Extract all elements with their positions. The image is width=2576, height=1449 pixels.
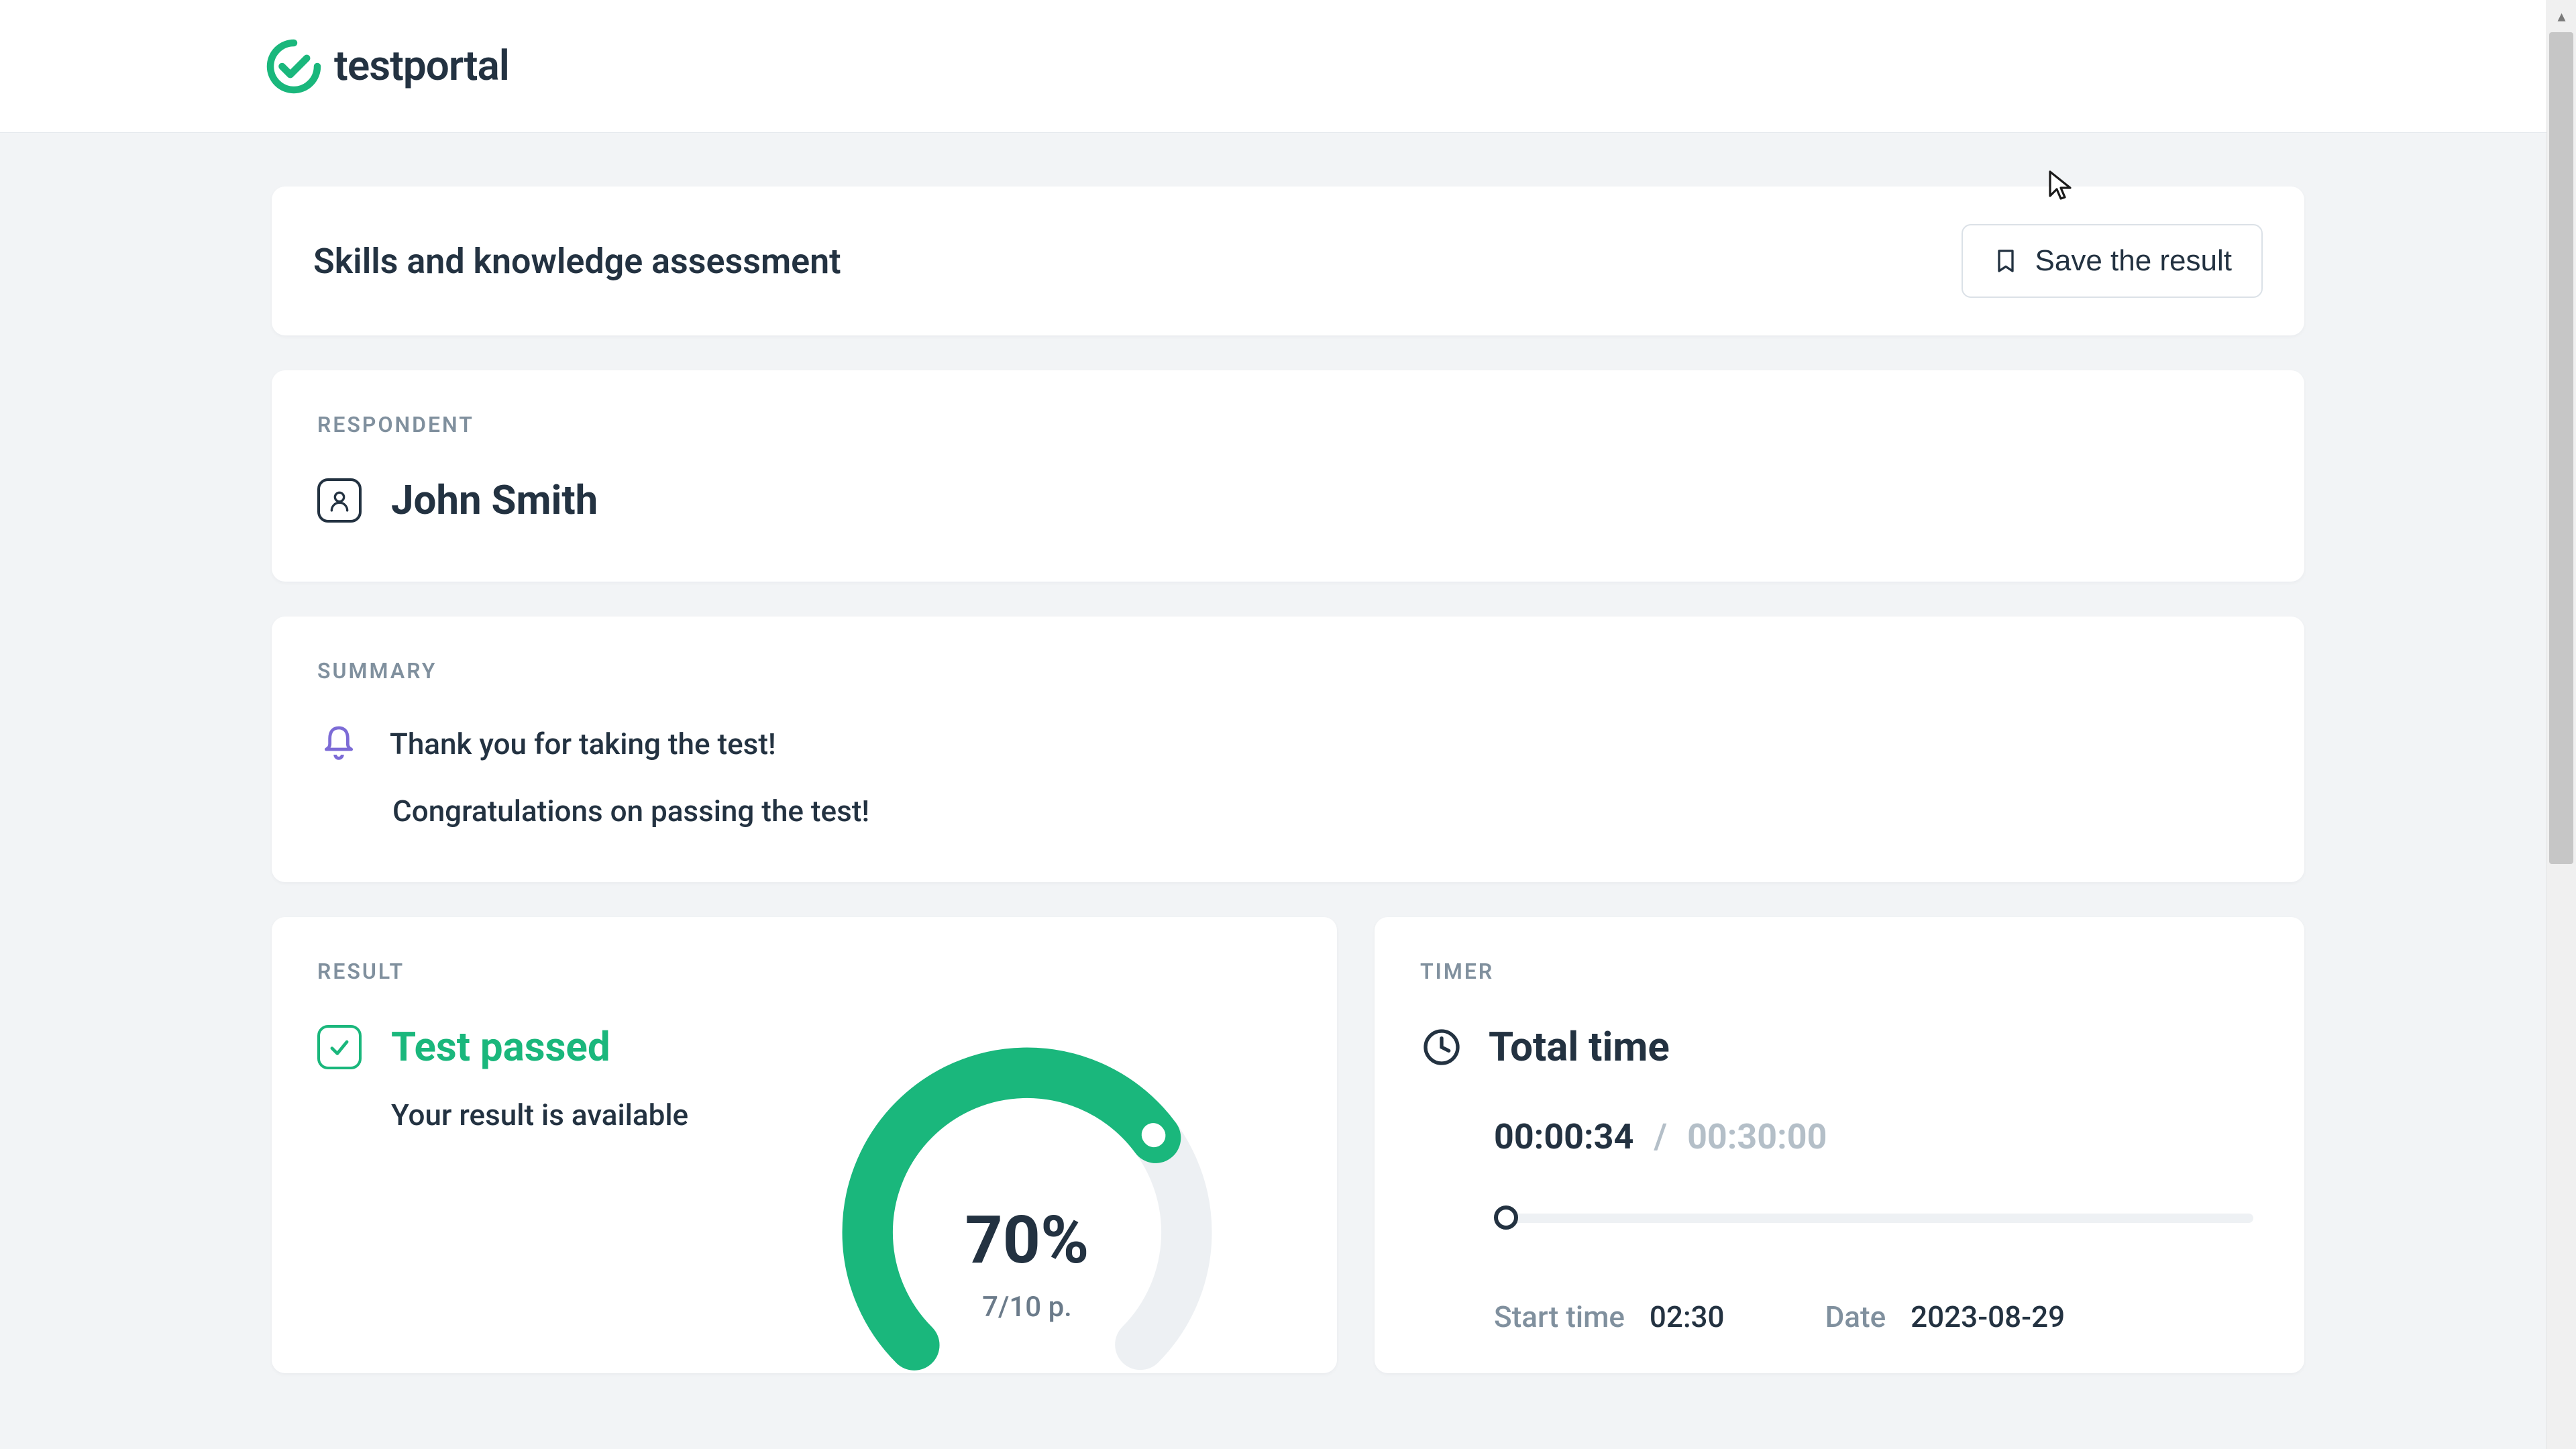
user-badge-icon: [317, 478, 362, 523]
user-icon: [326, 487, 353, 514]
start-time-label: Start time: [1494, 1299, 1625, 1334]
status-check-badge: [317, 1025, 362, 1069]
summary-message-2: Congratulations on passing the test!: [392, 794, 2259, 828]
summary-row-1: Thank you for taking the test!: [317, 722, 2259, 765]
brand-logo-icon: [266, 38, 322, 95]
start-time-group: Start time 02:30: [1494, 1299, 1725, 1334]
clock-icon: [1420, 1026, 1463, 1069]
title-card: Skills and knowledge assessment Save the…: [272, 186, 2304, 335]
summary-section-label: SUMMARY: [317, 658, 2259, 684]
result-card: RESULT Test passed Your result is availa…: [272, 917, 1337, 1373]
summary-message-1: Thank you for taking the test!: [390, 727, 776, 761]
time-progress-thumb[interactable]: [1494, 1205, 1518, 1230]
time-separator: /: [1654, 1116, 1667, 1157]
gauge-center: 70% 7/10 p.: [833, 1038, 1222, 1373]
date-label: Date: [1825, 1299, 1886, 1334]
scroll-up-arrow-icon[interactable]: ▴: [2547, 7, 2576, 25]
vertical-scrollbar[interactable]: ▴: [2546, 0, 2576, 1449]
result-status-label: Test passed: [391, 1023, 610, 1071]
time-line: 00:00:34 / 00:30:00: [1494, 1116, 2259, 1157]
timer-card: TIMER Total time 00:00:34 / 00:30:00 St: [1375, 917, 2304, 1373]
bottom-row: RESULT Test passed Your result is availa…: [272, 917, 2304, 1373]
time-total: 00:30:00: [1687, 1116, 1827, 1157]
gauge-percent-label: 70%: [965, 1201, 1089, 1279]
date-value: 2023-08-29: [1911, 1299, 2065, 1334]
brand-name: testportal: [334, 42, 509, 91]
scrollbar-thumb[interactable]: [2549, 32, 2573, 864]
respondent-row: John Smith: [317, 476, 2259, 524]
gauge-score-label: 7/10 p.: [982, 1291, 1072, 1324]
page-title: Skills and knowledge assessment: [313, 241, 841, 282]
timer-title: Total time: [1489, 1023, 1670, 1071]
result-section-label: RESULT: [317, 959, 1291, 984]
timer-head-row: Total time: [1420, 1023, 2259, 1071]
time-elapsed: 00:00:34: [1494, 1116, 1633, 1157]
top-bar: testportal: [0, 0, 2576, 133]
bell-icon: [317, 722, 360, 765]
save-result-button[interactable]: Save the result: [1962, 224, 2263, 298]
save-result-label: Save the result: [2035, 244, 2233, 278]
summary-card: SUMMARY Thank you for taking the test! C…: [272, 616, 2304, 882]
result-gauge: 70% 7/10 p.: [833, 1038, 1222, 1373]
time-progress: [1494, 1204, 2253, 1231]
start-time-value: 02:30: [1650, 1299, 1725, 1334]
bookmark-icon: [1992, 248, 2019, 274]
page-content: Skills and knowledge assessment Save the…: [0, 133, 2576, 1373]
respondent-card: RESPONDENT John Smith: [272, 370, 2304, 582]
time-progress-track: [1494, 1214, 2253, 1223]
respondent-name: John Smith: [391, 476, 598, 524]
brand-logo[interactable]: testportal: [266, 38, 509, 95]
date-group: Date 2023-08-29: [1825, 1299, 2065, 1334]
time-meta-row: Start time 02:30 Date 2023-08-29: [1494, 1299, 2259, 1334]
timer-section-label: TIMER: [1420, 959, 2259, 984]
check-icon: [327, 1034, 352, 1060]
respondent-section-label: RESPONDENT: [317, 412, 2259, 437]
